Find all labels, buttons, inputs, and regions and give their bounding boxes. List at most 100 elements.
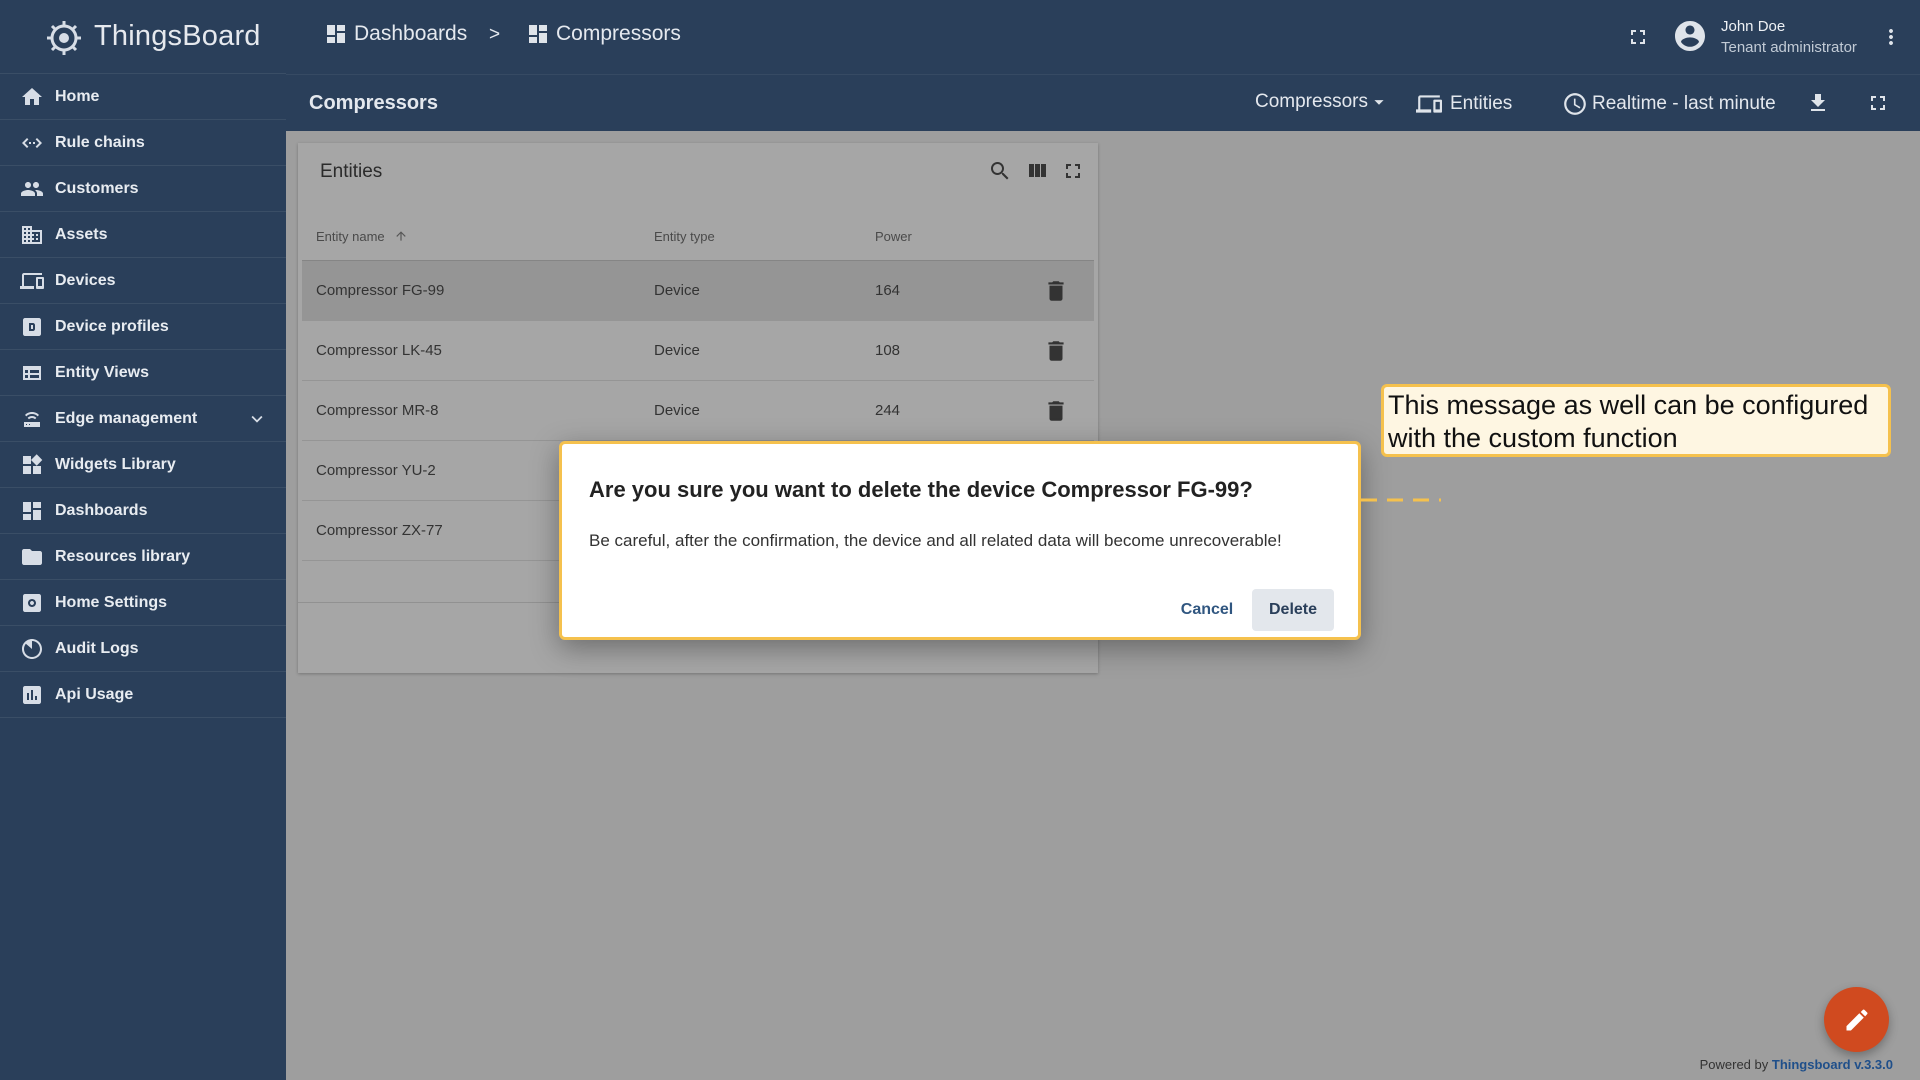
table-row[interactable]: Compressor LK-45 Device 108 <box>302 320 1094 380</box>
sidebar-item-resources-library[interactable]: Resources library <box>0 534 286 580</box>
breadcrumb-label: Compressors <box>556 22 681 45</box>
column-header-power[interactable]: Power <box>875 229 912 244</box>
breadcrumb-separator: > <box>489 24 501 45</box>
chevron-down-icon[interactable] <box>246 408 268 430</box>
sidebar-item-label: Dashboards <box>55 501 148 519</box>
user-role: Tenant administrator <box>1721 39 1857 56</box>
delete-icon[interactable] <box>1043 338 1069 364</box>
cell-entity-name: Compressor YU-2 <box>316 462 436 479</box>
cell-entity-name: Compressor FG-99 <box>316 282 445 299</box>
column-header-entity-type[interactable]: Entity type <box>654 229 715 244</box>
sidebar-item-customers[interactable]: Customers <box>0 166 286 212</box>
settings-icon <box>20 591 44 615</box>
state-select[interactable]: Compressors <box>1255 91 1390 113</box>
dialog-message: Be careful, after the confirmation, the … <box>589 531 1282 550</box>
entities-button[interactable]: Entities <box>1416 91 1512 117</box>
cell-entity-type: Device <box>654 402 700 419</box>
top-header: Dashboards > Compressors John Doe Tenant… <box>286 0 1920 74</box>
folder-icon <box>20 545 44 569</box>
timewindow-button[interactable]: Realtime - last minute <box>1562 91 1776 117</box>
breadcrumb-label: Dashboards <box>354 22 468 45</box>
column-header-entity-name[interactable]: Entity name <box>316 229 408 246</box>
sidebar-item-widgets-library[interactable]: Widgets Library <box>0 442 286 488</box>
dialog-title: Are you sure you want to delete the devi… <box>589 477 1253 502</box>
cell-power: 108 <box>875 342 901 359</box>
cell-entity-type: Device <box>654 282 700 299</box>
thingsboard-version-link[interactable]: Thingsboard v.3.3.0 <box>1772 1057 1893 1072</box>
sidebar-item-label: Edge management <box>55 409 198 427</box>
sidebar-item-label: Home <box>55 87 100 105</box>
search-icon[interactable] <box>988 159 1012 183</box>
assets-icon <box>20 223 44 247</box>
sidebar-item-rule-chains[interactable]: Rule chains <box>0 120 286 166</box>
sidebar-item-label: Device profiles <box>55 317 169 335</box>
edit-fab-button[interactable] <box>1824 987 1889 1052</box>
table-row[interactable]: Compressor FG-99 Device 164 <box>302 260 1094 320</box>
sidebar-item-label: Entity Views <box>55 363 149 381</box>
delete-confirm-dialog: Are you sure you want to delete the devi… <box>559 441 1361 640</box>
avatar[interactable] <box>1672 18 1708 54</box>
download-icon[interactable] <box>1806 91 1830 115</box>
cell-entity-name: Compressor ZX-77 <box>316 522 443 539</box>
sidebar-item-label: Devices <box>55 271 116 289</box>
edit-icon <box>1846 1009 1867 1030</box>
annotation-callout: This message as well can be configured w… <box>1381 384 1891 457</box>
devices-icon <box>1416 95 1442 113</box>
audit-icon <box>20 637 44 661</box>
page-title: Compressors <box>309 92 438 114</box>
delete-icon[interactable] <box>1043 398 1069 424</box>
timewindow-label: Realtime - last minute <box>1592 93 1776 114</box>
sidebar-item-label: Home Settings <box>55 593 168 611</box>
sidebar-item-entity-views[interactable]: Entity Views <box>0 350 286 396</box>
sidebar-item-home-settings[interactable]: Home Settings <box>0 580 286 626</box>
sidebar-item-home[interactable]: Home <box>0 74 286 120</box>
sidebar-item-assets[interactable]: Assets <box>0 212 286 258</box>
dashboard-toolbar: Compressors Compressors Entities Realtim… <box>286 74 1920 131</box>
sidebar-item-audit-logs[interactable]: Audit Logs <box>0 626 286 672</box>
fullscreen-icon[interactable] <box>1626 25 1650 49</box>
sidebar: ThingsBoard Home Rule chains Customers A… <box>0 0 286 1080</box>
arrow-drop-down-icon <box>1374 100 1384 105</box>
user-name: John Doe <box>1721 18 1786 35</box>
devices-icon <box>20 269 44 293</box>
cell-entity-name: Compressor MR-8 <box>316 402 439 419</box>
entity-views-icon <box>20 361 44 385</box>
column-header-label: Entity name <box>316 229 385 244</box>
home-icon <box>20 85 44 109</box>
sidebar-item-label: Resources library <box>55 547 191 565</box>
widgets-icon <box>20 453 44 477</box>
arrow-up-icon <box>394 229 408 246</box>
sidebar-item-label: Audit Logs <box>55 639 139 657</box>
device-profiles-icon <box>20 315 44 339</box>
fullscreen-icon[interactable] <box>1061 159 1085 183</box>
state-select-value: Compressors <box>1255 91 1368 112</box>
cancel-button[interactable]: Cancel <box>1167 589 1247 631</box>
sidebar-item-edge-management[interactable]: Edge management <box>0 396 286 442</box>
fullscreen-icon[interactable] <box>1866 91 1890 115</box>
sidebar-item-api-usage[interactable]: Api Usage <box>0 672 286 718</box>
sidebar-item-dashboards[interactable]: Dashboards <box>0 488 286 534</box>
sidebar-item-device-profiles[interactable]: Device profiles <box>0 304 286 350</box>
powered-by-label: Powered by <box>1699 1057 1769 1072</box>
sidebar-item-devices[interactable]: Devices <box>0 258 286 304</box>
customers-icon <box>20 177 44 201</box>
entities-label: Entities <box>1450 93 1513 114</box>
more-vert-icon[interactable] <box>1879 25 1903 49</box>
logo[interactable]: ThingsBoard <box>0 0 286 74</box>
clock-icon <box>1564 93 1586 115</box>
delete-icon[interactable] <box>1043 278 1069 304</box>
dashboards-icon <box>20 499 44 523</box>
breadcrumb-compressors[interactable]: Compressors <box>526 22 681 46</box>
sidebar-item-label: Rule chains <box>55 133 145 151</box>
app-name: ThingsBoard <box>94 20 261 52</box>
sidebar-item-label: Customers <box>55 179 139 197</box>
delete-button[interactable]: Delete <box>1252 589 1334 631</box>
api-usage-icon <box>20 683 44 707</box>
columns-icon[interactable] <box>1025 159 1049 183</box>
breadcrumb-dashboards[interactable]: Dashboards <box>324 22 467 46</box>
sidebar-item-label: Api Usage <box>55 685 134 703</box>
sidebar-item-label: Assets <box>55 225 108 243</box>
edge-icon <box>20 407 44 431</box>
table-row[interactable]: Compressor MR-8 Device 244 <box>302 380 1094 440</box>
cell-entity-type: Device <box>654 342 700 359</box>
